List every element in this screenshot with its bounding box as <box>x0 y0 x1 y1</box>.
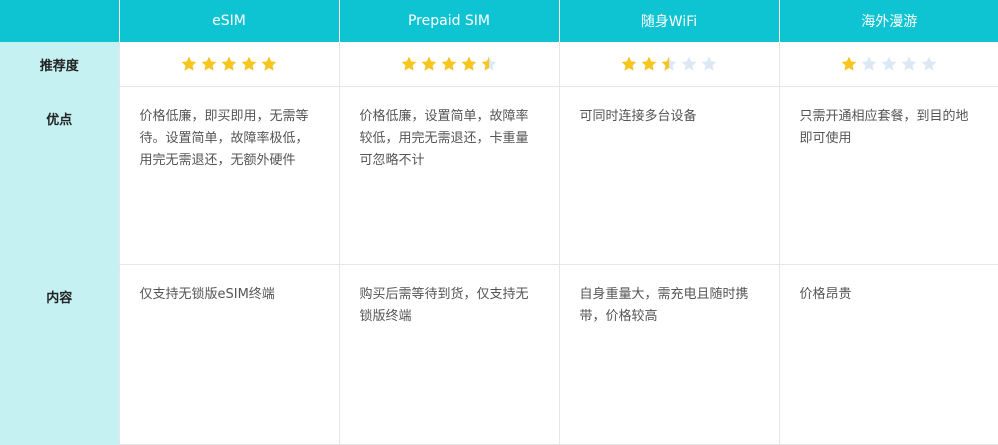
star-half-icon <box>480 55 498 73</box>
rating-cell-pocket-wifi <box>558 42 779 87</box>
row-header-rating: 推荐度 <box>0 42 119 87</box>
star-filled-icon <box>460 55 478 73</box>
star-filled-icon <box>620 55 638 73</box>
rating-cell-prepaid-sim <box>338 42 559 87</box>
star-filled-icon <box>400 55 418 73</box>
pros-cell-esim: 价格低廉，即买即用，无需等待。设置简单，故障率极低，用完无需退还，无额外硬件 <box>118 86 339 265</box>
star-filled-icon <box>240 55 258 73</box>
star-rating <box>840 55 938 73</box>
column-header-prepaid-sim: Prepaid SIM <box>338 0 559 42</box>
pros-cell-roaming: 只需开通相应套餐，到目的地即可使用 <box>778 86 998 265</box>
rating-cell-roaming <box>778 42 998 87</box>
star-filled-icon <box>440 55 458 73</box>
corner-cell <box>0 0 119 42</box>
star-rating <box>620 55 718 73</box>
pros-row: 优点 价格低廉，即买即用，无需等待。设置简单，故障率极低，用完无需退还，无额外硬… <box>0 86 998 265</box>
star-empty-icon <box>920 55 938 73</box>
star-empty-icon <box>880 55 898 73</box>
cons-cell-pocket-wifi: 自身重量大，需充电且随时携带，价格较高 <box>558 264 779 445</box>
star-filled-icon <box>220 55 238 73</box>
star-filled-icon <box>420 55 438 73</box>
star-filled-icon <box>200 55 218 73</box>
cons-cell-esim: 仅支持无锁版eSIM终端 <box>118 264 339 445</box>
cons-row: 内容 仅支持无锁版eSIM终端 购买后需等待到货，仅支持无锁版终端 自身重量大，… <box>0 264 998 445</box>
column-header-roaming: 海外漫游 <box>778 0 998 42</box>
cons-cell-roaming: 价格昂贵 <box>778 264 998 445</box>
comparison-table: eSIM Prepaid SIM 随身WiFi 海外漫游 推荐度 优点 价格低廉… <box>0 0 998 445</box>
star-filled-icon <box>640 55 658 73</box>
star-rating <box>180 55 278 73</box>
star-filled-icon <box>180 55 198 73</box>
column-header-esim: eSIM <box>118 0 339 42</box>
star-empty-icon <box>900 55 918 73</box>
star-empty-icon <box>700 55 718 73</box>
header-row: eSIM Prepaid SIM 随身WiFi 海外漫游 <box>0 0 998 42</box>
star-empty-icon <box>860 55 878 73</box>
rating-row: 推荐度 <box>0 42 998 87</box>
rating-cell-esim <box>118 42 339 87</box>
pros-cell-pocket-wifi: 可同时连接多台设备 <box>558 86 779 265</box>
pros-cell-prepaid-sim: 价格低廉，设置简单，故障率较低，用完无需退还，卡重量可忽略不计 <box>338 86 559 265</box>
star-filled-icon <box>260 55 278 73</box>
cons-cell-prepaid-sim: 购买后需等待到货，仅支持无锁版终端 <box>338 264 559 445</box>
star-empty-icon <box>680 55 698 73</box>
star-half-icon <box>660 55 678 73</box>
row-header-cons: 内容 <box>0 264 119 445</box>
row-header-pros: 优点 <box>0 86 119 265</box>
star-rating <box>400 55 498 73</box>
column-header-pocket-wifi: 随身WiFi <box>558 0 779 42</box>
star-filled-icon <box>840 55 858 73</box>
